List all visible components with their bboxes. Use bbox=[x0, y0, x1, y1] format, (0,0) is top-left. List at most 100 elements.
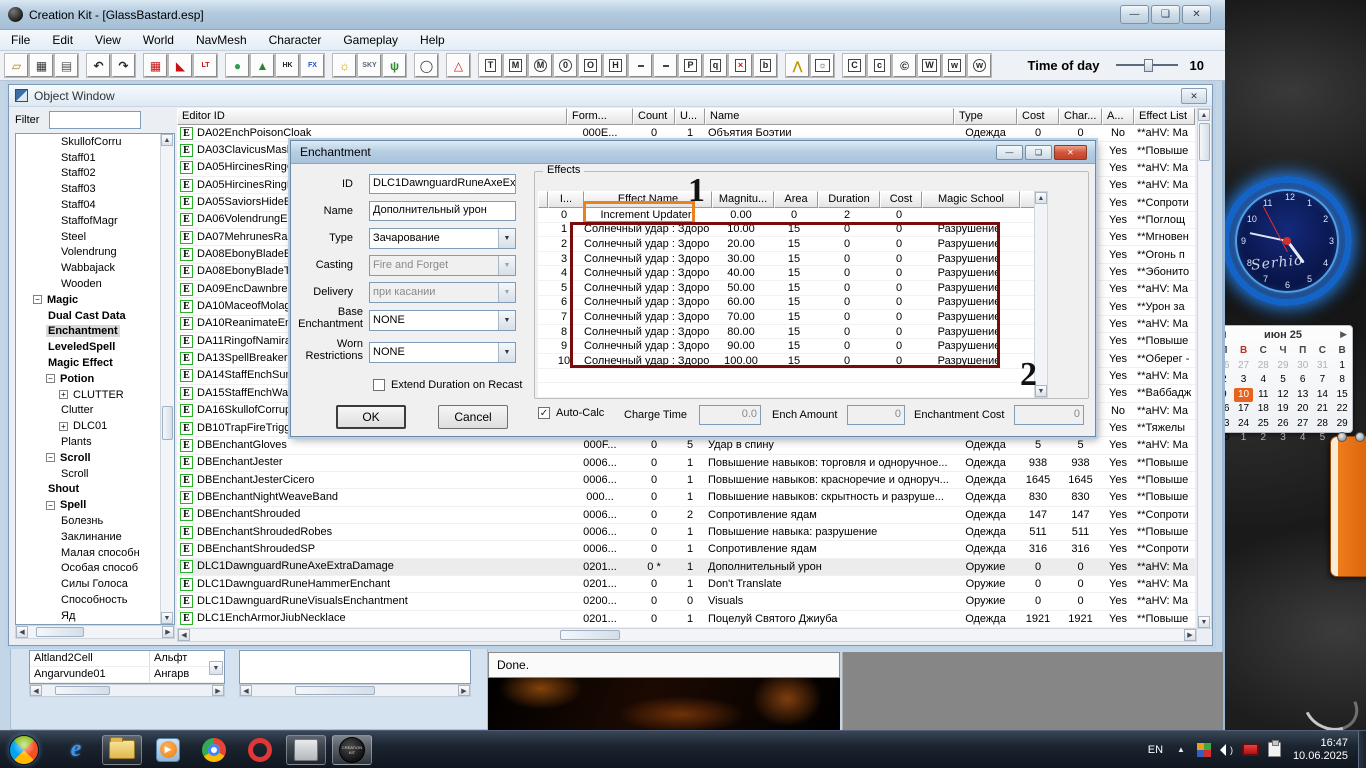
taskbar-opera[interactable] bbox=[240, 735, 280, 765]
column-header-effect-list[interactable]: Effect List bbox=[1134, 108, 1195, 125]
worn-restrictions-dropdown[interactable]: NONE▼ bbox=[369, 342, 516, 363]
furniture-t-icon[interactable]: T bbox=[479, 54, 502, 77]
dialog-titlebar[interactable]: Enchantment — ❏ ✕ bbox=[291, 141, 1095, 164]
collapse-icon[interactable]: − bbox=[46, 453, 55, 462]
calendar-day[interactable]: 8 bbox=[1332, 373, 1352, 388]
type-dropdown[interactable]: Зачарование▼ bbox=[369, 228, 516, 249]
calendar-day[interactable]: 30 bbox=[1293, 359, 1313, 374]
tree-item-clutter[interactable]: Clutter bbox=[16, 403, 174, 419]
effects-column-duration[interactable]: Duration bbox=[818, 191, 880, 208]
calendar-day[interactable]: 19 bbox=[1273, 402, 1293, 417]
tree-item-staff01[interactable]: Staff01 bbox=[16, 150, 174, 166]
calendar-day[interactable]: 4 bbox=[1293, 431, 1313, 446]
tree-item-staff02[interactable]: Staff02 bbox=[16, 166, 174, 182]
base-enchantment-dropdown[interactable]: NONE▼ bbox=[369, 310, 516, 331]
time-of-day-slider[interactable] bbox=[1116, 64, 1178, 66]
menu-item-edit[interactable]: Edit bbox=[41, 31, 84, 49]
landscape-icon[interactable]: ▲ bbox=[251, 54, 274, 77]
calendar-day[interactable]: 1 bbox=[1332, 359, 1352, 374]
close-button[interactable]: ✕ bbox=[1182, 5, 1211, 24]
calendar-day[interactable]: 17 bbox=[1234, 402, 1254, 417]
show-desktop-button[interactable] bbox=[1358, 731, 1366, 768]
extend-duration-checkbox[interactable]: Extend Duration on Recast bbox=[373, 379, 522, 391]
tree-item-magic[interactable]: −Magic bbox=[16, 292, 174, 308]
bendable-spline-icon[interactable]: b bbox=[754, 54, 777, 77]
dialog-maximize-button[interactable]: ❏ bbox=[1025, 145, 1052, 160]
grass-icon[interactable]: ψ bbox=[383, 54, 406, 77]
tree-item-enchantment[interactable]: Enchantment bbox=[16, 324, 174, 340]
slider-thumb[interactable] bbox=[1144, 59, 1153, 72]
table-row[interactable]: EDBEnchantShrouded0006...02Сопротивление… bbox=[177, 507, 1195, 524]
tree-item-staffofmagr[interactable]: StaffofMagr bbox=[16, 213, 174, 229]
tree-item-силы-голоса[interactable]: Силы Голоса bbox=[16, 576, 174, 592]
calendar-day[interactable]: 13 bbox=[1293, 388, 1313, 403]
redo-icon[interactable]: ↷ bbox=[112, 54, 135, 77]
calendar-day[interactable]: 29 bbox=[1332, 417, 1352, 432]
tree-item-volendrung[interactable]: Volendrung bbox=[16, 245, 174, 261]
calendar-day[interactable]: 25 bbox=[1253, 417, 1273, 432]
tree-vertical-scrollbar[interactable]: ▲ ▼ bbox=[160, 134, 174, 624]
room-cube-icon[interactable] bbox=[629, 54, 652, 77]
object-list[interactable] bbox=[239, 650, 471, 684]
preferences-icon[interactable]: ▤ bbox=[55, 54, 78, 77]
menu-item-world[interactable]: World bbox=[132, 31, 185, 49]
table-row[interactable]: EDBEnchantShroudedRobes0006...01Повышени… bbox=[177, 524, 1195, 541]
cube-q-icon[interactable]: q bbox=[704, 54, 727, 77]
calendar-day[interactable]: 22 bbox=[1332, 402, 1352, 417]
tree-item-scroll[interactable]: −Scroll bbox=[16, 450, 174, 466]
tree-item-wooden[interactable]: Wooden bbox=[16, 276, 174, 292]
object-window-titlebar[interactable]: Object Window ✕ bbox=[9, 85, 1212, 107]
column-header-a[interactable]: A... bbox=[1102, 108, 1134, 125]
table-row[interactable]: EDLC1DawnguardRuneAxeExtraDamage0201...0… bbox=[177, 559, 1195, 576]
collapse-icon[interactable]: − bbox=[46, 374, 55, 383]
snap-angle-icon[interactable]: ◣ bbox=[169, 54, 192, 77]
tree-item-малая-способн[interactable]: Малая способн bbox=[16, 545, 174, 561]
tray-expand-icon[interactable]: ▲ bbox=[1177, 745, 1185, 754]
calendar-day[interactable]: 3 bbox=[1234, 373, 1254, 388]
effects-column-magic-school[interactable]: Magic School bbox=[922, 191, 1020, 208]
tree-item-plants[interactable]: Plants bbox=[16, 434, 174, 450]
cube-c-small-icon[interactable]: c bbox=[868, 54, 891, 77]
language-indicator[interactable]: EN bbox=[1148, 744, 1163, 756]
calendar-day[interactable]: 27 bbox=[1234, 359, 1254, 374]
tree-item-wabbajack[interactable]: Wabbajack bbox=[16, 260, 174, 276]
calendar-day[interactable]: 21 bbox=[1313, 402, 1333, 417]
cube-light-icon[interactable]: ☼ bbox=[811, 54, 834, 77]
collapse-icon[interactable]: − bbox=[33, 295, 42, 304]
calendar-day[interactable]: 15 bbox=[1332, 388, 1352, 403]
measure-icon[interactable]: △ bbox=[447, 54, 470, 77]
column-header-editor-id[interactable]: Editor ID bbox=[177, 108, 567, 125]
calendar-day[interactable]: 6 bbox=[1293, 373, 1313, 388]
list-item[interactable]: Altland2CellАльфт bbox=[30, 651, 224, 667]
table-row[interactable]: EDLC1DawnguardRuneVisualsEnchantment0200… bbox=[177, 593, 1195, 610]
effects-column-area[interactable]: Area bbox=[774, 191, 818, 208]
effects-column-magnitu[interactable]: Magnitu... bbox=[712, 191, 774, 208]
menu-item-character[interactable]: Character bbox=[258, 31, 333, 49]
water-fx-icon[interactable]: FX bbox=[301, 54, 324, 77]
dialogue-icon[interactable]: ◯ bbox=[415, 54, 438, 77]
menu-item-file[interactable]: File bbox=[0, 31, 41, 49]
cube-c-icon[interactable]: C bbox=[843, 54, 866, 77]
calendar-day[interactable]: 11 bbox=[1253, 388, 1273, 403]
taskbar-media-player[interactable]: ▶ bbox=[148, 735, 188, 765]
calendar-day[interactable]: 4 bbox=[1253, 373, 1273, 388]
calendar-day[interactable]: 18 bbox=[1253, 402, 1273, 417]
undo-icon[interactable]: ↶ bbox=[87, 54, 110, 77]
cube-w-small-icon[interactable]: w bbox=[943, 54, 966, 77]
tray-clock[interactable]: 16:47 10.06.2025 bbox=[1293, 737, 1348, 763]
tree-item-scroll[interactable]: Scroll bbox=[16, 466, 174, 482]
table-row[interactable]: EDBEnchantJesterCicero0006...01Повышение… bbox=[177, 472, 1195, 489]
sticky-note-gadget[interactable] bbox=[1330, 436, 1366, 577]
tree-item-spell[interactable]: −Spell bbox=[16, 497, 174, 513]
table-vertical-scrollbar[interactable]: ▲ ▼ bbox=[1197, 108, 1212, 629]
calendar-day[interactable]: 28 bbox=[1313, 417, 1333, 432]
tree-item-skullofcorru[interactable]: SkullofCorru bbox=[16, 134, 174, 150]
table-horizontal-scrollbar[interactable]: ◀ ▶ bbox=[177, 628, 1197, 642]
marker-m-icon[interactable]: M bbox=[504, 54, 527, 77]
table-row[interactable]: EDBEnchantNightWeaveBand000...01Повышени… bbox=[177, 489, 1195, 506]
expand-icon[interactable]: + bbox=[59, 422, 68, 431]
calendar-next-icon[interactable]: ▶ bbox=[1340, 329, 1347, 340]
open-icon[interactable]: ▱ bbox=[5, 54, 28, 77]
calendar-day[interactable]: 29 bbox=[1273, 359, 1293, 374]
table-row[interactable]: EDBEnchantJester0006...01Повышение навык… bbox=[177, 455, 1195, 472]
